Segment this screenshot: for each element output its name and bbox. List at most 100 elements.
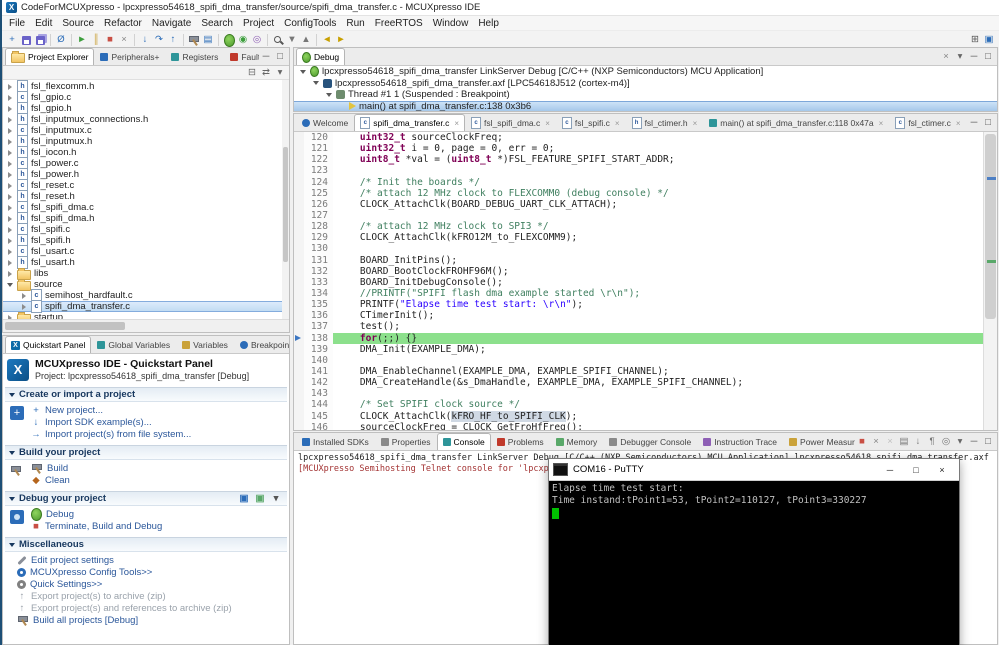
expand-icon[interactable]: [5, 84, 14, 90]
resume-icon[interactable]: ►: [75, 33, 89, 47]
expand-icon[interactable]: [19, 293, 28, 299]
expand-icon[interactable]: [5, 139, 14, 145]
code-line-124[interactable]: 124 /* Init the boards */: [294, 176, 984, 188]
tree-horizontal-scrollbar[interactable]: [3, 319, 289, 332]
expand-icon[interactable]: [5, 172, 14, 178]
quickstart-mcuxpresso-config-tools[interactable]: MCUXpresso Config Tools>>: [17, 566, 287, 578]
code-editor[interactable]: 120 uint32_t sourceClockFreq; 121 uint32_…: [294, 132, 997, 430]
code-line-125[interactable]: 125 /* attach 12 MHz clock to FLEXCOMM0 …: [294, 187, 984, 199]
debug-perspective-icon[interactable]: ▣: [982, 33, 996, 47]
code-line-126[interactable]: 126 CLOCK_AttachClk(BOARD_DEBUG_UART_CLK…: [294, 198, 984, 210]
next-annotation-icon[interactable]: ▼: [285, 33, 299, 47]
code-line-133[interactable]: 133 BOARD_InitDebugConsole();: [294, 276, 984, 288]
menu-refactor[interactable]: Refactor: [99, 18, 147, 29]
tree-item-semihost-hardfault-c[interactable]: c semihost_hardfault.c: [3, 289, 289, 302]
expand-icon[interactable]: [5, 249, 14, 255]
close-tab-icon[interactable]: ×: [879, 119, 884, 128]
quickstart-clean[interactable]: ◆ Clean: [31, 474, 287, 486]
minimize-console-icon[interactable]: ─: [967, 435, 981, 449]
tab-spifi-dma-transfer-c[interactable]: c spifi_dma_transfer.c ×: [354, 114, 466, 131]
expander-icon[interactable]: [324, 93, 333, 97]
code-line-122[interactable]: 122 uint8_t *val = (uint8_t *)FSL_FEATUR…: [294, 154, 984, 166]
tree-item-fsl-power-c[interactable]: c fsl_power.c: [3, 157, 289, 170]
tree-item-fsl-usart-c[interactable]: c fsl_usart.c: [3, 245, 289, 258]
prev-annotation-icon[interactable]: ▲: [299, 33, 313, 47]
clear-console-icon[interactable]: ▤: [897, 435, 911, 449]
putty-close-button[interactable]: ×: [929, 460, 955, 479]
new-wizard-icon[interactable]: +: [5, 33, 19, 47]
code-line-141[interactable]: 141 DMA_EnableChannel(EXAMPLE_DMA, EXAMP…: [294, 365, 984, 378]
section-header-miscellaneous[interactable]: Miscellaneous: [5, 537, 287, 552]
code-line-127[interactable]: 127: [294, 209, 984, 222]
expand-icon[interactable]: [5, 216, 14, 222]
back-icon[interactable]: ◄: [320, 33, 334, 47]
section-header-create-or-import-a-project[interactable]: Create or import a project: [5, 387, 287, 402]
debug-config-icon[interactable]: ▣: [237, 492, 251, 506]
tab-properties[interactable]: Properties: [375, 433, 437, 450]
code-line-128[interactable]: 128 /* attach 12 MHz clock to SPI3 */: [294, 221, 984, 233]
code-line-121[interactable]: 121 uint32_t i = 0, page = 0, err = 0;: [294, 143, 984, 155]
debug-node[interactable]: lpcxpresso54618_spifi_dma_transfer LinkS…: [294, 66, 997, 78]
maximize-view-icon[interactable]: □: [981, 50, 995, 64]
expand-icon[interactable]: [5, 117, 14, 123]
expand-icon[interactable]: [5, 271, 14, 277]
minimize-view-icon[interactable]: ─: [259, 50, 273, 64]
link-with-editor-icon[interactable]: ⇄: [259, 66, 273, 80]
menu-window[interactable]: Window: [428, 18, 474, 29]
minimize-view-icon[interactable]: ─: [967, 50, 981, 64]
menu-edit[interactable]: Edit: [30, 18, 57, 29]
quickstart-export-project-s-to-archive-zip[interactable]: ↑ Export project(s) to archive (zip): [17, 590, 287, 602]
view-menu-icon[interactable]: ▾: [273, 66, 287, 80]
pin-console-icon[interactable]: ◎: [939, 435, 953, 449]
tree-item-source[interactable]: source: [3, 278, 289, 291]
minimize-editor-icon[interactable]: ─: [967, 116, 981, 130]
quickstart-new-project[interactable]: + New project...: [31, 404, 287, 416]
tree-vertical-scrollbar[interactable]: [282, 80, 289, 319]
debug-node[interactable]: Thread #1 1 (Suspended : Breakpoint): [294, 89, 997, 101]
close-tab-icon[interactable]: ×: [693, 119, 698, 128]
disconnect-icon[interactable]: ×: [117, 33, 131, 47]
debug-menu-icon[interactable]: ▾: [269, 492, 283, 506]
tab-quickstart-panel[interactable]: X Quickstart Panel: [5, 336, 92, 353]
tree-item-fsl-spifi-c[interactable]: c fsl_spifi.c: [3, 223, 289, 236]
search-icon[interactable]: [271, 33, 285, 47]
tab-instruction-trace[interactable]: Instruction Trace: [697, 433, 783, 450]
expand-icon[interactable]: [5, 106, 14, 112]
expand-icon[interactable]: [5, 194, 14, 200]
attach-debug-icon[interactable]: ▣: [253, 492, 267, 506]
remove-terminated-icon[interactable]: ×: [939, 50, 953, 64]
terminal-output[interactable]: Elapse time test start: Time instand:tPoi…: [549, 481, 959, 521]
tree-item-fsl-inputmux-c[interactable]: c fsl_inputmux.c: [3, 124, 289, 137]
quickstart-terminate-build-and-debug[interactable]: ■ Terminate, Build and Debug: [31, 520, 287, 532]
tab-fsl-spifi-c[interactable]: c fsl_spifi.c ×: [556, 114, 626, 131]
tab-breakpoints[interactable]: Breakpoints: [234, 336, 289, 353]
remove-all-launches-icon[interactable]: ×: [883, 435, 897, 449]
debug-view-menu-icon[interactable]: ▾: [953, 50, 967, 64]
tree-item-libs[interactable]: libs: [3, 267, 289, 280]
open-perspective-icon[interactable]: ⊞: [968, 33, 982, 47]
quickstart-import-sdk-example-s[interactable]: ↓ Import SDK example(s)...: [31, 416, 287, 428]
tab-faults[interactable]: Faults: [224, 48, 259, 65]
tab-project-explorer[interactable]: Project Explorer: [5, 48, 95, 65]
putty-minimize-button[interactable]: ─: [877, 460, 903, 479]
code-line-142[interactable]: 142 DMA_CreateHandle(&s_DmaHandle, EXAMP…: [294, 377, 984, 389]
putty-maximize-button[interactable]: □: [903, 460, 929, 479]
tab-registers[interactable]: Registers: [165, 48, 224, 65]
tab-variables[interactable]: Variables: [176, 336, 234, 353]
expand-icon[interactable]: [5, 150, 14, 156]
putty-titlebar[interactable]: COM16 - PuTTY ─ □ ×: [549, 459, 959, 481]
expand-icon[interactable]: [5, 183, 14, 189]
code-line-136[interactable]: 136 CTimerInit();: [294, 310, 984, 322]
terminate-console-icon[interactable]: ■: [855, 435, 869, 449]
code-line-131[interactable]: 131 BOARD_InitPins();: [294, 254, 984, 266]
tree-item-fsl-power-h[interactable]: h fsl_power.h: [3, 168, 289, 181]
collapse-icon[interactable]: [5, 283, 14, 287]
expander-icon[interactable]: [298, 70, 307, 74]
forward-icon[interactable]: ►: [334, 33, 348, 47]
close-tab-icon[interactable]: ×: [454, 119, 459, 128]
tab-fsl-ctimer-h[interactable]: h fsl_ctimer.h ×: [626, 114, 704, 131]
expand-icon[interactable]: [19, 304, 28, 310]
save-icon[interactable]: [19, 33, 33, 47]
tab-console[interactable]: Console: [436, 433, 491, 450]
section-header-build-your-project[interactable]: Build your project: [5, 445, 287, 460]
